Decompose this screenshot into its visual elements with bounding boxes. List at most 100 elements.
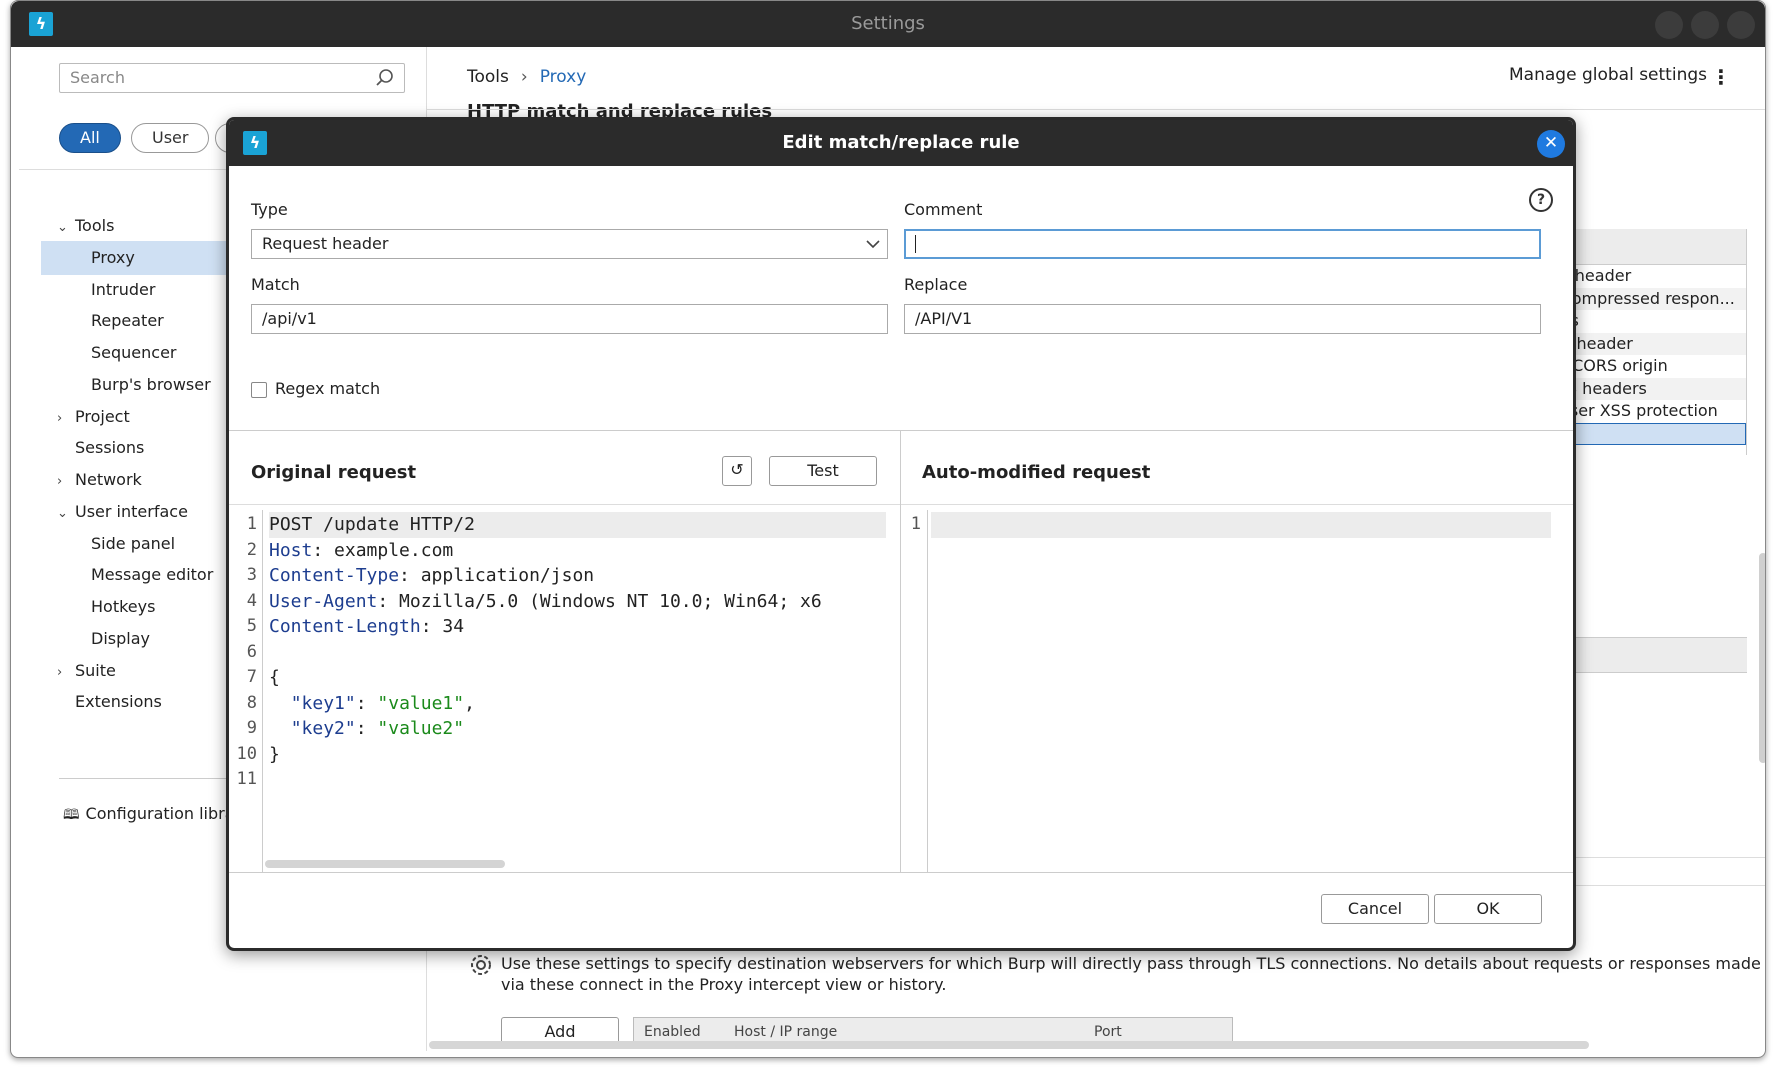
code-token: : 34 (420, 616, 465, 637)
chevron-down-icon[interactable]: ⌄ (57, 497, 75, 531)
manage-global-settings-link[interactable]: Manage global settings (1509, 65, 1707, 85)
table-row[interactable]: owser XSS protection (1547, 400, 1746, 423)
sidebar-item-label: Extensions (75, 692, 162, 712)
sidebar-item-intruder[interactable]: Intruder (91, 273, 155, 307)
replace-label: Replace (904, 275, 968, 294)
table-header (1547, 229, 1746, 265)
sidebar-item-network[interactable]: › Network (57, 463, 142, 497)
type-select[interactable]: Request header (251, 229, 888, 259)
configuration-library-link[interactable]: 🕮 Configuration library (63, 797, 251, 831)
vertical-scrollbar[interactable] (1759, 553, 1765, 763)
sidebar-item-label: Proxy (91, 247, 135, 267)
maximize-button[interactable] (1691, 11, 1719, 39)
table-row[interactable]: ost header (1547, 332, 1746, 355)
search-input[interactable]: Search (59, 63, 405, 93)
sidebar-item-sequencer[interactable]: Sequencer (91, 336, 177, 370)
sidebar-item-extensions[interactable]: Extensions (57, 685, 162, 719)
table-row[interactable] (1547, 422, 1746, 445)
code-token: : (355, 718, 378, 739)
auto-modified-request-title: Auto-modified request (922, 462, 1151, 483)
table-row[interactable]: kies (1547, 310, 1746, 333)
sidebar-item-label: Sessions (75, 438, 145, 458)
sidebar-item-sessions[interactable]: Sessions (57, 431, 144, 465)
sidebar-item-label: Suite (75, 660, 116, 680)
code-line: User-Agent: Mozilla/5.0 (Windows NT 10.0… (269, 589, 886, 615)
minimize-button[interactable] (1655, 11, 1683, 39)
breadcrumb: Tools › Proxy (467, 67, 586, 87)
table-row[interactable]: n-compressed respon... (1547, 287, 1746, 310)
type-select-value: Request header (262, 234, 389, 253)
code-line: "key2": "value2" (269, 716, 886, 742)
auto-modified-request-editor[interactable] (931, 512, 1551, 538)
window-title: Settings (851, 13, 925, 34)
sidebar-item-project[interactable]: › Project (57, 400, 130, 434)
sidebar-item-message-editor[interactable]: Message editor (91, 558, 213, 592)
chevron-right-icon: › (520, 67, 528, 87)
line-number: 11 (236, 769, 257, 789)
regex-match-checkbox[interactable] (251, 382, 267, 398)
sidebar-item-label: Burp's browser (91, 374, 211, 394)
sidebar-item-label: Message editor (91, 565, 214, 585)
line-number: 2 (246, 539, 257, 560)
sidebar-item-suite[interactable]: › Suite (57, 654, 116, 688)
sidebar-item-label: User interface (75, 501, 188, 521)
sidebar-item-display[interactable]: Display (91, 622, 150, 656)
replace-input[interactable]: /API/V1 (904, 304, 1541, 334)
more-options-icon[interactable]: ⋮ (1711, 65, 1731, 89)
line-number: 1 (910, 514, 921, 534)
table-header: nt (1547, 637, 1747, 673)
table-row[interactable]: ed CORS origin (1547, 355, 1746, 378)
dialog-close-button[interactable]: ✕ (1537, 130, 1565, 158)
sidebar-item-tools[interactable]: ⌄ Tools (57, 209, 114, 243)
gear-icon[interactable] (467, 951, 495, 979)
match-replace-rules-table: ter headern-compressed respon...kiesost … (1547, 229, 1747, 455)
filter-user-button[interactable]: User (131, 123, 210, 153)
line-number: 3 (246, 565, 257, 585)
sidebar-item-hotkeys[interactable]: Hotkeys (91, 590, 155, 624)
code-line: } (269, 742, 886, 768)
line-number: 10 (236, 743, 257, 764)
reset-icon[interactable]: ↺ (722, 456, 752, 486)
table-row[interactable]: ter header (1547, 265, 1746, 288)
code-token: : (355, 692, 378, 714)
search-icon (376, 69, 393, 86)
test-button[interactable]: Test (769, 456, 877, 486)
breadcrumb-proxy[interactable]: Proxy (540, 67, 587, 87)
window-close-button[interactable] (1727, 11, 1755, 39)
code-token: Content-Length (269, 616, 421, 637)
original-request-editor[interactable]: POST /update HTTP/2 Host: example.com Cont… (269, 512, 886, 793)
sidebar-item-side-panel[interactable]: Side panel (91, 527, 175, 561)
sidebar-item-label: Tools (75, 216, 115, 235)
dialog-titlebar: ϟ Edit match/replace rule ✕ (229, 120, 1573, 166)
cancel-button[interactable]: Cancel (1321, 894, 1429, 924)
code-line: POST /update HTTP/2 (269, 512, 886, 538)
table-row[interactable]: STS headers (1547, 377, 1746, 400)
code-line: Content-Type: application/json (269, 563, 886, 589)
line-number: 1 (246, 514, 257, 534)
edit-match-replace-dialog: ϟ Edit match/replace rule ✕ ? Type Reque… (226, 117, 1576, 951)
sidebar-item-user-interface[interactable]: ⌄ User interface (57, 495, 188, 529)
horizontal-scrollbar[interactable] (265, 860, 505, 868)
code-token: "value2" (377, 718, 465, 739)
filter-all-button[interactable]: All (59, 123, 121, 153)
sidebar-item-label: Network (75, 470, 142, 489)
help-icon[interactable]: ? (1529, 188, 1553, 212)
type-label: Type (251, 200, 288, 219)
line-number: 6 (246, 641, 257, 662)
editors-split-divider[interactable] (900, 430, 901, 872)
code-line: Host: example.com (269, 538, 886, 564)
regex-match-label[interactable]: Regex match (275, 379, 380, 398)
sidebar-item-repeater[interactable]: Repeater (91, 304, 164, 338)
ok-button[interactable]: OK (1434, 894, 1542, 924)
gutter-divider (927, 510, 928, 872)
breadcrumb-tools[interactable]: Tools (467, 67, 509, 87)
code-token: "key1" (290, 692, 356, 714)
sidebar-item-burp-s-browser[interactable]: Burp's browser (91, 368, 211, 402)
horizontal-scrollbar[interactable] (429, 1041, 1589, 1049)
comment-input[interactable] (904, 229, 1541, 259)
code-token: } (269, 743, 280, 765)
code-token: POST /update HTTP/2 (269, 514, 475, 535)
match-input[interactable]: /api/v1 (251, 304, 888, 334)
book-icon: 🕮 (63, 807, 80, 823)
